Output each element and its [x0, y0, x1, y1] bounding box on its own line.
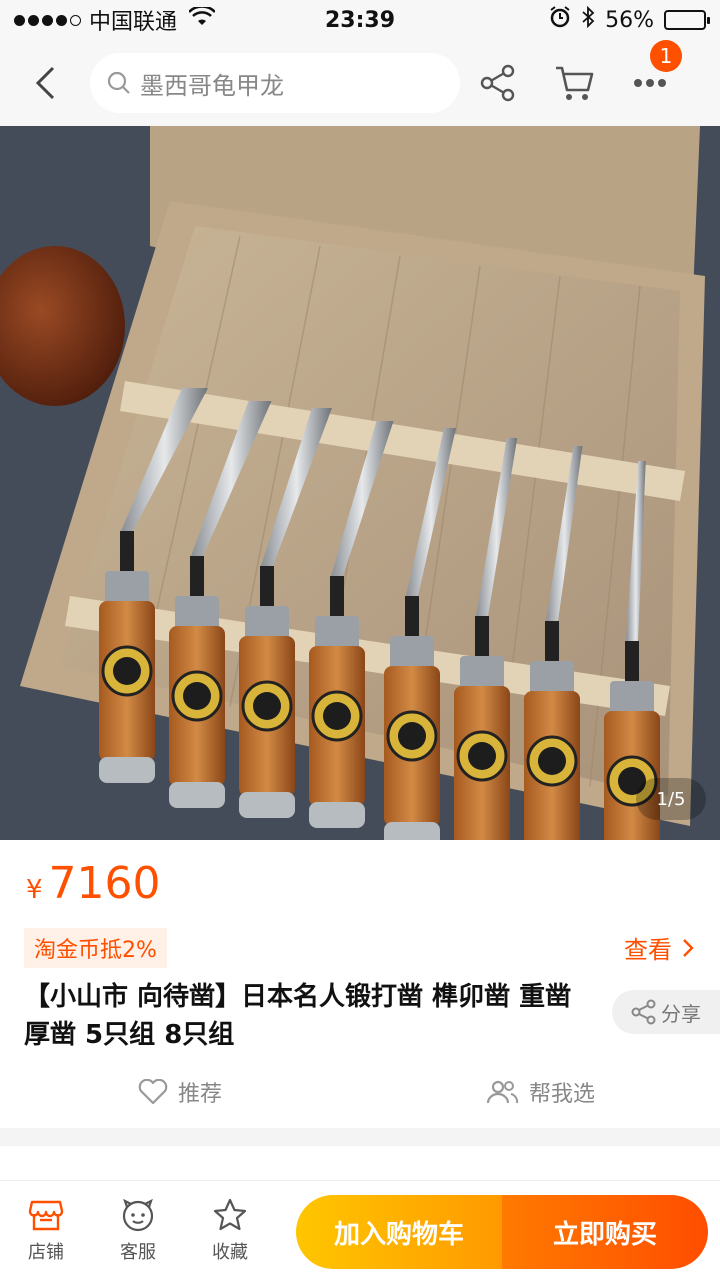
customer-service-tab[interactable]: 客服 [92, 1181, 184, 1280]
chisel-part [330, 576, 344, 621]
chisel-part [405, 596, 419, 641]
product-image-gallery[interactable]: 1/5 [0, 126, 720, 840]
product-info: ¥ 7160 淘金币抵2% 查看 【小山市 向待凿】日本名人锻打凿 榫卯凿 重凿… [0, 840, 720, 1128]
chisel-part [530, 661, 574, 695]
chisel-part [105, 571, 149, 605]
help-choose-button[interactable]: 帮我选 [360, 1072, 720, 1112]
wifi-icon [188, 5, 216, 33]
product-photo [0, 126, 720, 840]
bottom-action-bar: 店铺 客服 收藏 加入购物车 立即购买 [0, 1180, 720, 1280]
shop-label: 店铺 [28, 1241, 64, 1263]
image-counter: 1/5 [636, 778, 706, 820]
cart-icon-button[interactable] [536, 40, 612, 126]
heart-icon [138, 1079, 168, 1105]
buy-now-button[interactable]: 立即购买 [502, 1195, 708, 1269]
chisel-part [468, 742, 496, 770]
chisel-part [239, 792, 295, 818]
chisel-part [315, 616, 359, 650]
more-menu-button[interactable]: 1 [612, 40, 688, 126]
chisel-part [398, 722, 426, 750]
favorite-tab[interactable]: 收藏 [184, 1181, 276, 1280]
chevron-right-icon [683, 938, 694, 957]
shop-icon [28, 1200, 64, 1230]
signal-strength-icon [14, 14, 81, 26]
battery-percent: 56% [605, 7, 654, 33]
back-button[interactable] [0, 40, 90, 126]
add-to-cart-button[interactable]: 加入购物车 [296, 1195, 502, 1269]
chisel-part [475, 616, 489, 661]
search-icon [107, 71, 130, 94]
recommend-button[interactable]: 推荐 [0, 1072, 360, 1112]
share-icon [631, 999, 656, 1025]
favorite-label: 收藏 [212, 1241, 248, 1263]
chisel-part [260, 566, 274, 611]
coin-discount-tag: 淘金币抵2% [24, 928, 167, 968]
chisel-part [323, 702, 351, 730]
share-button[interactable]: 分享 [612, 990, 720, 1034]
chisel-part [253, 692, 281, 720]
search-text: 墨西哥龟甲龙 [140, 71, 284, 100]
action-row: 推荐 帮我选 [0, 1072, 720, 1112]
chisel-part [610, 681, 654, 715]
chisel-part [545, 621, 559, 666]
product-title: 【小山市 向待凿】日本名人锻打凿 榫卯凿 重凿 厚凿 5只组 8只组 [24, 982, 572, 1050]
chisel-part [190, 556, 204, 601]
price-value: 7160 [48, 858, 161, 909]
chisel-part [460, 656, 504, 690]
shop-tab[interactable]: 店铺 [0, 1181, 92, 1280]
chisel-part [384, 822, 440, 840]
bluetooth-icon [581, 5, 595, 34]
recommend-label: 推荐 [177, 1082, 222, 1107]
view-link-label: 查看 [624, 936, 672, 964]
chisel-part [625, 641, 639, 686]
chisel-part [169, 782, 225, 808]
search-input[interactable]: 墨西哥龟甲龙 [90, 53, 460, 113]
chisel-part [245, 606, 289, 640]
cart-icon [556, 66, 594, 100]
back-arrow-icon [35, 66, 55, 100]
customer-service-icon [122, 1198, 154, 1231]
status-bar: 中国联通 23:39 56% [0, 0, 720, 40]
more-icon [634, 79, 666, 87]
group-icon [486, 1080, 519, 1104]
price: ¥ 7160 [26, 858, 161, 909]
chisel-part [120, 531, 134, 576]
chisel-part [538, 747, 566, 775]
share-icon-button[interactable] [460, 40, 536, 126]
carrier-name: 中国联通 [89, 10, 178, 35]
battery-icon [664, 10, 710, 30]
chisel-part [99, 757, 155, 783]
star-icon [213, 1198, 247, 1230]
alarm-icon [549, 6, 571, 34]
navigation-bar: 墨西哥龟甲龙 1 [0, 40, 720, 126]
share-icon [480, 64, 515, 102]
notification-badge: 1 [650, 40, 682, 72]
chisel-part [175, 596, 219, 630]
help-choose-label: 帮我选 [528, 1082, 595, 1107]
chisel-part [309, 802, 365, 828]
customer-service-label: 客服 [120, 1241, 156, 1263]
chisel-part [390, 636, 434, 670]
chisel-part [113, 657, 141, 685]
share-label: 分享 [661, 1001, 701, 1026]
view-coin-link[interactable]: 查看 [624, 930, 694, 965]
chisel-part [183, 682, 211, 710]
currency-symbol: ¥ [26, 875, 43, 905]
